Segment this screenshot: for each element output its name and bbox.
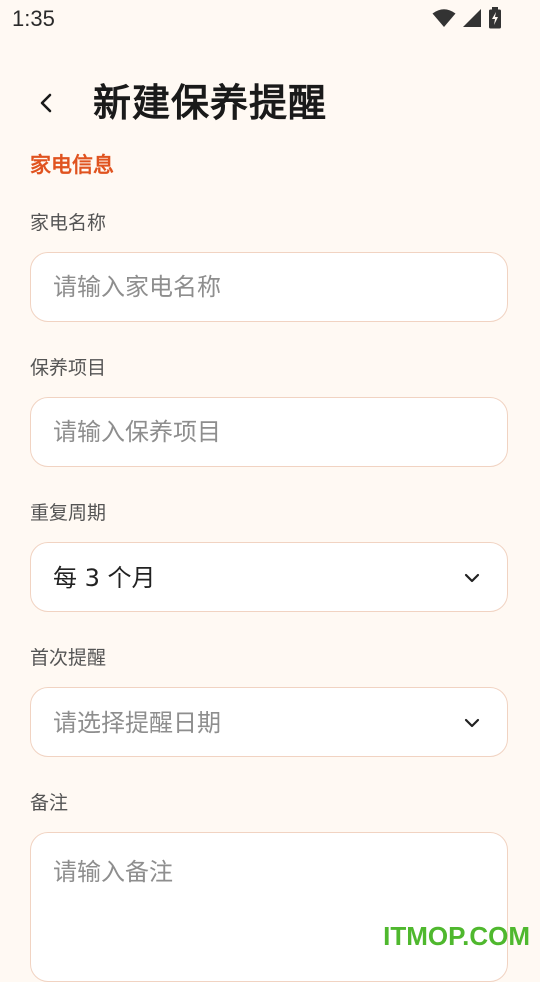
appliance-name-field[interactable] <box>30 252 508 322</box>
chevron-down-icon <box>463 569 481 587</box>
chevron-left-icon <box>40 93 52 113</box>
first-reminder-label: 首次提醒 <box>30 647 107 669</box>
appliance-name-input[interactable] <box>53 253 473 321</box>
first-reminder-value: 请选择提醒日期 <box>53 709 221 737</box>
status-time: 1:35 <box>12 6 55 31</box>
page-title: 新建保养提醒 <box>93 81 328 125</box>
maintenance-item-field[interactable] <box>30 397 508 467</box>
header: 新建保养提醒 <box>0 72 540 134</box>
battery-charging-icon <box>488 7 502 29</box>
repeat-cycle-select[interactable]: 每 3 个月 <box>30 542 508 612</box>
maintenance-item-input[interactable] <box>53 398 473 466</box>
first-reminder-select[interactable]: 请选择提醒日期 <box>30 687 508 757</box>
notes-label: 备注 <box>30 792 69 814</box>
status-bar: 1:35 <box>0 0 540 40</box>
repeat-cycle-value: 每 3 个月 <box>53 564 156 592</box>
chevron-down-icon <box>463 714 481 732</box>
back-button[interactable] <box>28 84 66 122</box>
repeat-cycle-label: 重复周期 <box>30 502 107 524</box>
watermark-logo: ITMOP.COM <box>383 921 530 951</box>
maintenance-item-label: 保养项目 <box>30 357 107 379</box>
signal-icon <box>462 8 482 28</box>
status-icons <box>432 7 502 29</box>
appliance-name-label: 家电名称 <box>30 212 107 234</box>
wifi-icon <box>432 8 456 28</box>
section-title: 家电信息 <box>30 153 114 177</box>
